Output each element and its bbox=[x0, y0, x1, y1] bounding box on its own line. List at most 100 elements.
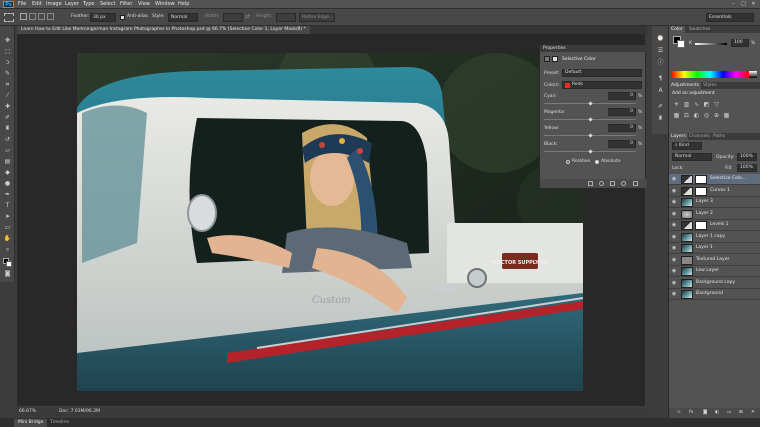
layer-row[interactable]: ◉ Layer 3 bbox=[669, 197, 760, 208]
marquee-icon[interactable]: ⬚ bbox=[3, 47, 12, 56]
dodge-icon[interactable]: ● bbox=[3, 179, 12, 188]
new-group-icon[interactable]: ▭ bbox=[727, 410, 731, 415]
new-selection-icon[interactable] bbox=[20, 13, 27, 20]
background-swatch[interactable] bbox=[677, 40, 685, 48]
tab-layers[interactable]: Layers bbox=[669, 133, 688, 140]
menu-type[interactable]: Type bbox=[83, 1, 94, 7]
magenta-input[interactable]: 0 bbox=[608, 108, 636, 116]
k-slider[interactable] bbox=[695, 43, 727, 45]
layer-row[interactable]: ◉ Layer 1 copy bbox=[669, 231, 760, 243]
levels-icon[interactable]: ▥ bbox=[682, 100, 691, 109]
menu-help[interactable]: Help bbox=[178, 1, 189, 7]
cyan-input[interactable]: 0 bbox=[608, 92, 636, 100]
layer-row[interactable]: ◉ Low Layer bbox=[669, 266, 760, 277]
clip-to-layer-icon[interactable] bbox=[588, 181, 593, 186]
tab-swatches[interactable]: Swatches bbox=[687, 26, 713, 33]
hand-icon[interactable]: ✋ bbox=[3, 234, 12, 243]
mask-icon[interactable] bbox=[552, 56, 558, 62]
delete-layer-icon[interactable]: ✕ bbox=[751, 410, 755, 415]
style-select[interactable]: Normal bbox=[168, 13, 198, 22]
history-panel-icon[interactable]: ⌚ bbox=[656, 34, 665, 43]
healing-brush-icon[interactable]: ✚ bbox=[3, 102, 12, 111]
grayscale-ramp[interactable] bbox=[749, 71, 757, 78]
black-input[interactable]: 0 bbox=[608, 140, 636, 148]
marquee-tool-icon[interactable] bbox=[4, 13, 14, 22]
fill-input[interactable]: 100% bbox=[737, 164, 757, 172]
delete-icon[interactable] bbox=[633, 181, 638, 186]
quick-mask-icon[interactable]: ◙ bbox=[3, 269, 12, 278]
zoom-level[interactable]: 66.67% bbox=[19, 409, 36, 414]
layer-row[interactable]: ◉ Background bbox=[669, 289, 760, 300]
feather-input[interactable]: 30 px bbox=[90, 13, 116, 22]
anti-alias-checkbox[interactable] bbox=[120, 15, 125, 20]
clone-source-icon[interactable]: ♜ bbox=[656, 114, 665, 123]
layer-mask-thumbnail[interactable] bbox=[695, 186, 707, 196]
vibrance-icon[interactable]: ▽ bbox=[712, 100, 721, 109]
color-lookup-icon[interactable]: ▦ bbox=[722, 111, 731, 120]
character-panel-icon[interactable]: A bbox=[656, 86, 665, 95]
k-value[interactable]: 100 bbox=[731, 39, 749, 47]
menu-file[interactable]: File bbox=[18, 1, 26, 7]
exposure-icon[interactable]: ◩ bbox=[702, 100, 711, 109]
color-spectrum[interactable] bbox=[671, 71, 749, 78]
tab-mini-bridge[interactable]: Mini Bridge bbox=[14, 419, 48, 427]
visibility-eye-icon[interactable]: ◉ bbox=[671, 280, 677, 286]
menu-select[interactable]: Select bbox=[100, 1, 115, 7]
fx-icon[interactable]: fx bbox=[689, 410, 693, 415]
close-icon[interactable]: ✕ bbox=[750, 1, 757, 7]
visibility-eye-icon[interactable]: ◉ bbox=[671, 257, 677, 263]
photo-filter-icon[interactable]: ◎ bbox=[702, 111, 711, 120]
layer-mask-thumbnail[interactable] bbox=[695, 221, 707, 230]
brush-panel-icon[interactable]: ✐ bbox=[656, 102, 665, 111]
menu-image[interactable]: Image bbox=[46, 1, 62, 7]
black-slider-thumb[interactable] bbox=[588, 149, 593, 154]
maximize-icon[interactable]: □ bbox=[740, 1, 747, 7]
minimize-icon[interactable]: – bbox=[730, 1, 737, 7]
properties-panel-icon[interactable]: ☰ bbox=[656, 46, 665, 55]
layer-row[interactable]: ◉ Layer 1 bbox=[669, 243, 760, 254]
visibility-eye-icon[interactable]: ◉ bbox=[671, 291, 677, 297]
layer-row[interactable]: ◉ Selective Colo... bbox=[669, 174, 760, 185]
visibility-eye-icon[interactable]: ◉ bbox=[671, 222, 677, 228]
brush-icon[interactable]: ✐ bbox=[3, 113, 12, 122]
menu-edit[interactable]: Edit bbox=[32, 1, 42, 7]
visibility-icon[interactable] bbox=[621, 181, 626, 186]
eraser-icon[interactable]: ▱ bbox=[3, 146, 12, 155]
tab-timeline[interactable]: Timeline bbox=[46, 419, 73, 427]
visibility-eye-icon[interactable]: ◉ bbox=[671, 199, 677, 205]
layer-row[interactable]: ◉ Curves 1 bbox=[669, 185, 760, 197]
visibility-eye-icon[interactable]: ◉ bbox=[671, 268, 677, 274]
subtract-selection-icon[interactable] bbox=[38, 13, 45, 20]
view-previous-icon[interactable] bbox=[599, 181, 604, 186]
cyan-slider-thumb[interactable] bbox=[588, 101, 593, 106]
layer-row[interactable]: ◉ Textured Layer bbox=[669, 254, 760, 266]
refine-edge-button[interactable]: Refine Edge... bbox=[299, 13, 335, 22]
new-adjustment-icon[interactable]: ◐ bbox=[715, 410, 719, 415]
visibility-eye-icon[interactable]: ◉ bbox=[671, 188, 677, 194]
yellow-input[interactable]: 0 bbox=[608, 124, 636, 132]
layer-mask-thumbnail[interactable] bbox=[695, 175, 707, 184]
color-balance-icon[interactable]: ⚖ bbox=[682, 111, 691, 120]
link-icon[interactable]: ∞ bbox=[677, 410, 681, 415]
info-panel-icon[interactable]: ⓘ bbox=[656, 58, 665, 67]
quick-select-icon[interactable]: ✎ bbox=[3, 69, 12, 78]
brightness-icon[interactable]: ☀ bbox=[672, 100, 681, 109]
hue-saturation-icon[interactable]: ▦ bbox=[672, 111, 681, 120]
tab-color[interactable]: Color bbox=[669, 26, 685, 33]
absolute-radio[interactable] bbox=[595, 160, 599, 164]
pen-icon[interactable]: ✒ bbox=[3, 190, 12, 199]
document-image[interactable]: TRACTOR SUPPLY CO. Custom bbox=[77, 53, 583, 391]
add-selection-icon[interactable] bbox=[29, 13, 36, 20]
layer-filter-select[interactable]: ⌕ Kind bbox=[672, 142, 702, 150]
zoom-icon[interactable]: ⌕ bbox=[3, 245, 12, 254]
channel-mixer-icon[interactable]: ⊕ bbox=[712, 111, 721, 120]
yellow-slider-thumb[interactable] bbox=[588, 133, 593, 138]
reset-icon[interactable] bbox=[610, 181, 615, 186]
tab-styles[interactable]: Styles bbox=[701, 82, 719, 89]
gradient-icon[interactable]: ▤ bbox=[3, 157, 12, 166]
eyedropper-icon[interactable]: ⁄ bbox=[3, 91, 12, 100]
menu-filter[interactable]: Filter bbox=[120, 1, 132, 7]
visibility-eye-icon[interactable]: ◉ bbox=[671, 211, 677, 217]
workspace-select[interactable]: Essentials bbox=[706, 13, 754, 22]
blend-mode-select[interactable]: Normal bbox=[672, 153, 712, 161]
